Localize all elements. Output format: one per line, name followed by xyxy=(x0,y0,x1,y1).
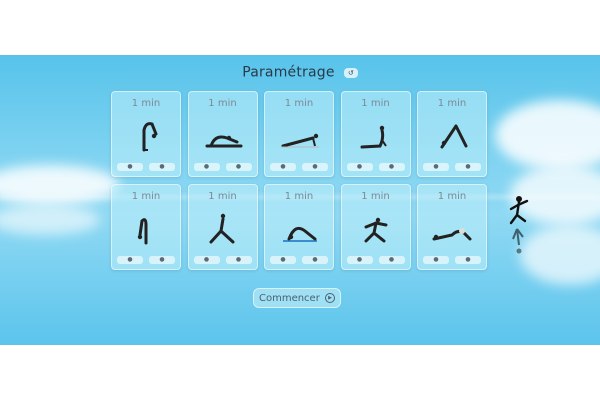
plus-icon: ● xyxy=(388,163,395,170)
increase-button[interactable]: ● xyxy=(225,256,252,264)
duration-label: 1 min xyxy=(361,191,390,202)
decrease-button[interactable]: ● xyxy=(270,163,296,171)
ragdoll-fold-figure xyxy=(137,218,148,245)
increase-button[interactable]: ● xyxy=(149,256,175,264)
increase-button[interactable]: ● xyxy=(302,163,328,171)
duration-label: 1 min xyxy=(437,98,467,109)
decrease-button[interactable]: ● xyxy=(117,256,143,264)
plus-icon: ● xyxy=(159,256,165,263)
start-label: Commencer xyxy=(258,293,320,304)
exercise-card[interactable]: 1 min ● ● xyxy=(111,91,181,177)
reset-button[interactable]: ↺ xyxy=(343,67,358,78)
running-figure-decoration xyxy=(509,196,529,254)
exercise-card[interactable]: 1 min ● ● xyxy=(417,184,487,270)
decrease-button[interactable]: ● xyxy=(193,163,220,171)
minus-icon: ● xyxy=(356,256,363,263)
minus-icon: ● xyxy=(280,163,286,170)
cobra-figure xyxy=(360,125,387,149)
start-button[interactable]: Commencer ▶ xyxy=(253,288,341,308)
duration-label: 1 min xyxy=(284,98,314,109)
exercise-card[interactable]: 1 min ● ● xyxy=(187,184,258,270)
duration-label: 1 min xyxy=(284,191,314,202)
header: Paramétrage ↺ xyxy=(0,62,600,81)
increase-button[interactable]: ● xyxy=(149,163,175,171)
decrease-button[interactable]: ● xyxy=(423,256,449,264)
plus-icon: ● xyxy=(235,163,242,170)
minus-icon: ● xyxy=(433,163,439,170)
increase-button[interactable]: ● xyxy=(455,163,481,171)
warrior-lunge-figure xyxy=(209,213,234,244)
exercise-card[interactable]: 1 min ● ● xyxy=(340,91,411,177)
duration-label: 1 min xyxy=(131,191,161,202)
reset-icon: ↺ xyxy=(347,68,354,77)
minus-icon: ● xyxy=(203,163,210,170)
increase-button[interactable]: ● xyxy=(302,256,328,264)
decrease-button[interactable]: ● xyxy=(193,256,220,264)
plus-icon: ● xyxy=(312,163,318,170)
minus-icon: ● xyxy=(127,256,133,263)
decrease-button[interactable]: ● xyxy=(346,256,373,264)
duration-label: 1 min xyxy=(208,98,237,109)
decrease-button[interactable]: ● xyxy=(346,163,373,171)
minus-icon: ● xyxy=(433,256,439,263)
decrease-button[interactable]: ● xyxy=(117,163,143,171)
plus-icon: ● xyxy=(388,256,395,263)
play-icon: ▶ xyxy=(325,293,336,303)
plus-icon: ● xyxy=(159,163,165,170)
seated-forward-bend-figure xyxy=(205,135,242,148)
minus-icon: ● xyxy=(203,256,210,263)
exercise-card[interactable]: 1 min ● ● xyxy=(264,184,334,270)
increase-button[interactable]: ● xyxy=(378,163,405,171)
exercise-grid: 1 min ● ● 1 min ● ● 1 min ● ● 1 min ● ● … xyxy=(111,91,487,270)
duration-label: 1 min xyxy=(208,191,237,202)
exercise-card[interactable]: 1 min ● ● xyxy=(264,91,334,177)
decrease-button[interactable]: ● xyxy=(270,256,296,264)
plus-icon: ● xyxy=(235,256,242,263)
increase-button[interactable]: ● xyxy=(225,163,252,171)
exercise-card[interactable]: 1 min ● ● xyxy=(187,91,258,177)
decrease-button[interactable]: ● xyxy=(423,163,449,171)
minus-icon: ● xyxy=(280,256,286,263)
plus-icon: ● xyxy=(312,256,318,263)
plow-figure xyxy=(283,226,317,242)
minus-icon: ● xyxy=(356,163,363,170)
plus-icon: ● xyxy=(465,256,471,263)
exercise-card[interactable]: 1 min ● ● xyxy=(111,184,181,270)
page-title: Paramétrage xyxy=(242,64,335,81)
plus-icon: ● xyxy=(465,163,471,170)
exercise-card[interactable]: 1 min ● ● xyxy=(340,184,411,270)
duration-label: 1 min xyxy=(437,191,467,202)
lunge-twist-figure xyxy=(364,217,387,243)
minus-icon: ● xyxy=(127,163,133,170)
plank-figure xyxy=(281,133,319,148)
duration-label: 1 min xyxy=(361,98,390,109)
duration-label: 1 min xyxy=(131,98,161,109)
reclined-stretch-figure xyxy=(432,228,472,241)
increase-button[interactable]: ● xyxy=(378,256,405,264)
standing-forward-fold-figure xyxy=(142,122,158,152)
downward-dog-figure xyxy=(440,124,468,149)
exercise-card[interactable]: 1 min ● ● xyxy=(417,91,487,177)
increase-button[interactable]: ● xyxy=(455,256,481,264)
